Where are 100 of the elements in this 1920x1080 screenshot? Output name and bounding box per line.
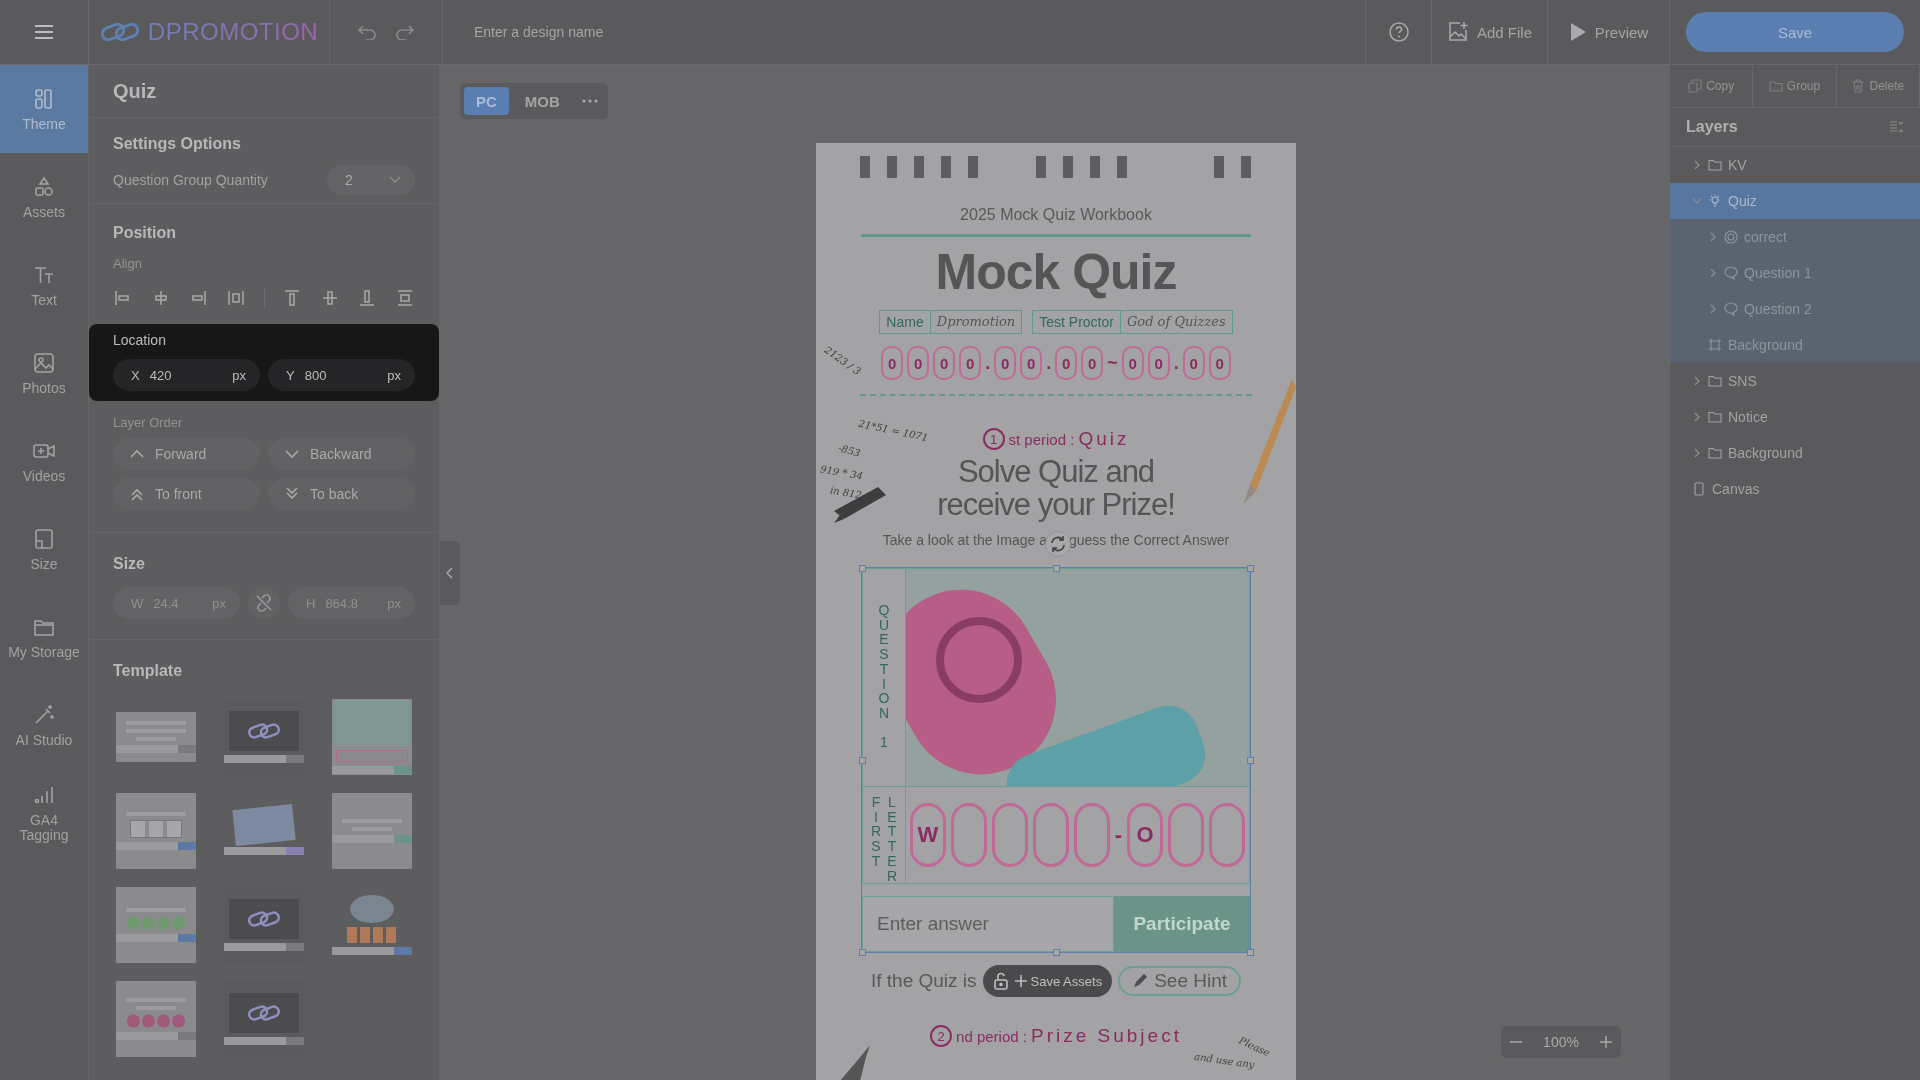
template-thumbnail[interactable] [116,793,196,869]
period-title: Prize Subject [1030,1025,1182,1048]
coordinate-field[interactable]: X 420 px [113,359,260,391]
period-number: 2 [930,1025,953,1048]
undo-button[interactable] [357,24,377,40]
chevron-right-icon[interactable] [1708,304,1718,314]
coordinate-field[interactable]: Y 800 px [268,359,415,391]
template-thumbnail[interactable] [116,712,196,762]
date-separator: . [985,352,991,374]
handwritten-note: in 812 [829,484,863,501]
chevron-right-icon[interactable] [1692,412,1702,422]
sidebar-item[interactable]: GA4 Tagging [0,769,88,857]
quiz-title: Mock Quiz [935,245,1177,300]
layer-item[interactable]: SNS [1670,363,1920,399]
layer-order-button[interactable]: Forward [113,438,260,470]
layer-item[interactable]: Quiz [1670,183,1920,219]
copy-button[interactable]: Copy [1670,65,1754,107]
distribute-vertical-button[interactable] [395,288,415,308]
device-tab[interactable]: MOB [512,87,572,115]
chevron-right-icon[interactable] [1708,232,1718,242]
design-name-field[interactable]: Enter a design name [443,0,1365,64]
resize-handle[interactable] [859,949,866,957]
quiz-headline: Solve Quiz and receive your Prize! [937,456,1175,522]
date-digit: 0 [1147,346,1170,380]
collapse-all-button[interactable] [1890,121,1904,133]
letter-slot [991,803,1028,868]
chevron-right-icon[interactable] [1692,448,1702,458]
layer-order-button[interactable]: Backward [268,438,415,470]
layer-item[interactable]: KV [1670,147,1920,183]
rectangle-icon [1692,482,1706,496]
chevron-right-icon[interactable] [1692,376,1702,386]
unlock-icon [992,972,1009,991]
sidebar-item[interactable]: Size [0,505,88,593]
date-digit: 0 [959,346,982,380]
form-label: Test Proctor [1033,311,1121,333]
answer-field[interactable]: Enter answer [862,896,1114,953]
save-assets-button[interactable]: Save Assets [1014,973,1103,989]
resize-handle[interactable] [859,757,866,765]
date-digit: 0 [907,346,930,380]
folder-icon [1708,374,1722,388]
sidebar-item[interactable]: Theme [0,65,88,153]
hint-label: FIRST [869,795,883,871]
date-digit: 0 [1081,346,1104,380]
sidebar-item[interactable]: AI Studio [0,681,88,769]
date-digit: 0 [881,346,904,380]
unlink-ratio-button[interactable] [248,587,280,619]
resize-handle[interactable] [1247,949,1254,957]
rotate-icon [1048,535,1067,554]
sidebar-item[interactable]: Videos [0,417,88,505]
chevron-right-icon[interactable] [1708,268,1718,278]
sidebar-item[interactable]: Text [0,241,88,329]
chevron-down-icon [389,176,401,184]
save-button[interactable]: Save [1686,12,1904,52]
resize-handle[interactable] [1053,949,1060,957]
device-tab[interactable]: PC [464,87,509,115]
zoom-in-button[interactable] [1599,1035,1613,1049]
workbook-subtitle: 2025 Mock Quiz Workbook [960,206,1152,224]
folder-icon [1708,446,1722,460]
participate-button[interactable]: Participate [1114,896,1250,953]
layer-order-button[interactable]: To back [268,478,415,510]
resize-icon [32,526,56,551]
resize-handle[interactable] [1247,565,1254,573]
form-value: Dpromotion [935,313,1017,331]
layer-order-button[interactable]: To front [113,478,260,510]
template-thumbnail[interactable] [116,887,196,963]
sidebar-item[interactable]: My Storage [0,593,88,681]
layer-item[interactable]: Canvas [1670,471,1920,507]
see-hint-button[interactable]: See Hint [1118,966,1241,997]
layer-item[interactable]: Notice [1670,399,1920,435]
template-thumbnail[interactable] [332,793,412,869]
chevron-down-icon[interactable] [1692,196,1702,206]
letter-separator: - [1114,822,1123,849]
collapse-panel-button[interactable] [440,541,460,605]
resize-handle[interactable] [859,565,866,573]
date-separator: . [1046,352,1052,374]
period-title: Quiz [1078,428,1130,450]
template-thumbnail[interactable] [116,981,196,1057]
template-thumbnail[interactable] [332,699,412,775]
resize-handle[interactable] [1053,565,1060,573]
delete-button[interactable]: Delete [1836,65,1920,107]
sidebar-item[interactable]: Photos [0,329,88,417]
quantity-dropdown[interactable]: 2 [327,165,415,195]
group-button[interactable]: Group [1753,65,1837,107]
date-digit: 0 [994,346,1017,380]
letter-slot [1209,803,1246,868]
redo-button[interactable] [395,24,415,40]
lock-button[interactable] [992,972,1009,991]
rotate-button[interactable] [1044,531,1071,558]
resize-handle[interactable] [1247,757,1254,765]
zoom-level: 100% [1543,1034,1579,1050]
add-file-button[interactable]: Add File [1431,0,1547,64]
layer-item[interactable]: Background [1670,435,1920,471]
distribute-horizontal-button[interactable] [225,288,246,308]
preview-button[interactable]: Preview [1547,0,1669,64]
distribute-horizontal-icon [225,288,246,308]
help-icon [1387,21,1410,43]
sidebar-item[interactable]: Assets [0,153,88,241]
chat-bubble-icon [1724,302,1738,316]
chevron-right-icon[interactable] [1692,160,1702,170]
folder-icon [1708,410,1722,424]
